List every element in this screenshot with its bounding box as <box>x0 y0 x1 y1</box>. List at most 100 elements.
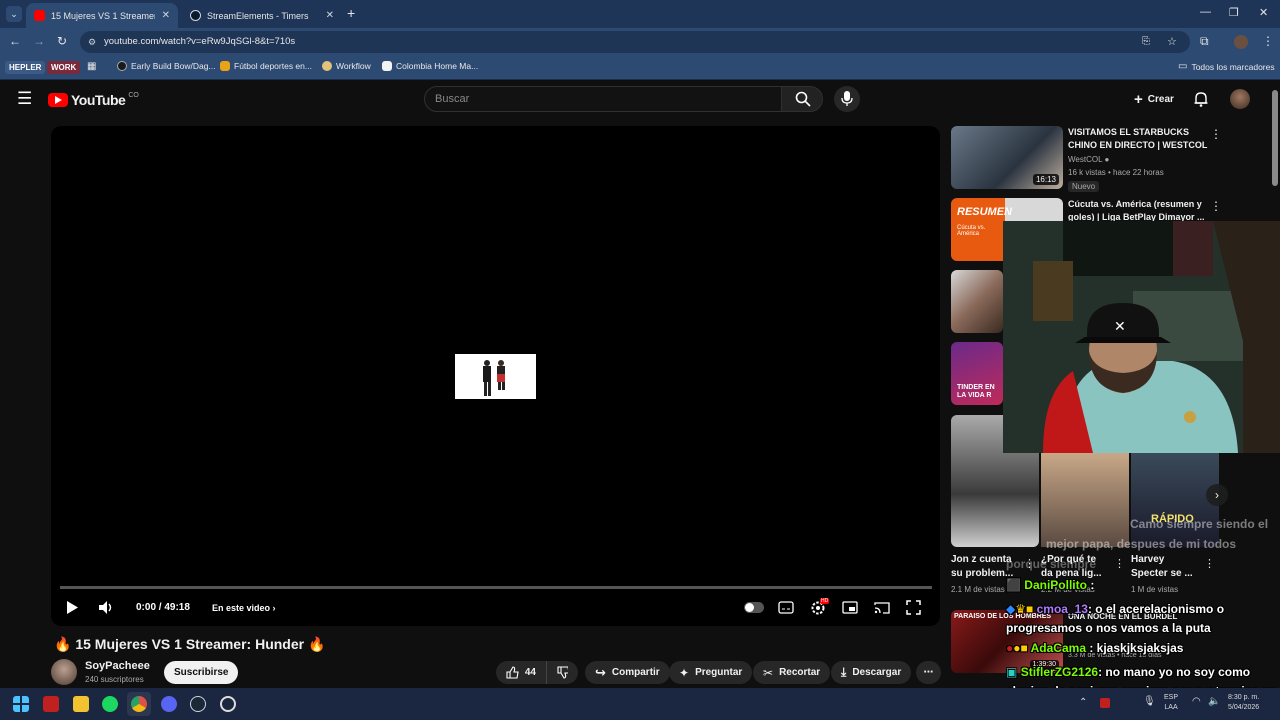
page-scrollbar[interactable] <box>1272 90 1278 186</box>
tray-expand-icon[interactable]: ⌃ <box>1079 697 1087 708</box>
back-icon[interactable]: ← <box>9 34 21 48</box>
account-avatar[interactable] <box>1230 89 1250 109</box>
subtitles-icon <box>778 601 794 614</box>
download-label: Descargar <box>852 667 902 678</box>
sidebar-video-title[interactable]: VISITAMOS EL STARBUCKS CHINO EN DIRECTO … <box>1068 126 1208 152</box>
close-window-icon[interactable]: ✕ <box>1259 6 1268 19</box>
sparkle-icon: ✦ <box>679 665 690 680</box>
close-tab-icon[interactable]: ✕ <box>326 10 334 21</box>
address-bar[interactable]: ⚙ youtube.com/watch?v=eRw9JqSGl-8&t=710s… <box>80 31 1190 53</box>
thumb-label: RESUMEN <box>957 206 1013 218</box>
forward-icon[interactable]: → <box>33 34 45 48</box>
download-button[interactable]: ⤓ Descargar <box>831 661 912 684</box>
shorts-thumbnail[interactable]: RÁPIDO <box>1131 453 1219 547</box>
profile-avatar[interactable] <box>1234 35 1248 49</box>
shorts-more-icon[interactable]: ⋮ <box>1204 557 1215 570</box>
install-icon[interactable]: ⎘ <box>1142 31 1150 53</box>
ask-button[interactable]: ✦ Preguntar <box>669 661 753 684</box>
shorts-thumbnail[interactable] <box>1041 453 1129 547</box>
hamburger-menu-icon[interactable]: ☰ <box>17 89 32 109</box>
extensions-icon[interactable]: ⧉ <box>1200 34 1209 49</box>
speaker-icon[interactable]: 🔈 <box>1208 696 1220 707</box>
search-input[interactable]: Buscar <box>424 86 782 112</box>
clock[interactable]: 8:30 p. m. 5/04/2026 <box>1228 693 1259 713</box>
news-app-icon[interactable] <box>43 696 59 712</box>
folder-icon: ▭ <box>1178 61 1188 72</box>
site-info-icon[interactable]: ⚙ <box>88 31 96 53</box>
pause-toggle-icon <box>745 603 754 612</box>
share-button[interactable]: ↪ Compartir <box>585 661 670 684</box>
thumbs-down-icon <box>557 666 568 679</box>
settings-button[interactable]: HD <box>810 598 830 619</box>
shorts-title[interactable]: Harvey Specter se ... <box>1131 553 1197 581</box>
tab-youtube-video[interactable]: 15 Mujeres VS 1 Streamer: H ✕ <box>26 3 178 28</box>
file-explorer-icon[interactable] <box>73 696 89 712</box>
tray-app-icon[interactable] <box>1100 698 1110 708</box>
shelf-next-button[interactable]: › <box>1206 484 1228 506</box>
maximize-icon[interactable]: ❐ <box>1229 6 1239 19</box>
tab-search-button[interactable]: ⌄ <box>6 6 22 22</box>
steam-icon[interactable] <box>190 696 206 712</box>
channel-avatar[interactable] <box>51 659 77 685</box>
voice-search-button[interactable] <box>834 86 860 112</box>
all-bookmarks[interactable]: ▭ Todos los marcadores <box>1178 61 1275 72</box>
subscribe-button[interactable]: Suscribirse <box>164 661 239 684</box>
minimize-icon[interactable]: — <box>1200 6 1211 18</box>
channel-name[interactable]: SoyPacheee <box>85 660 150 672</box>
close-tab-icon[interactable]: ✕ <box>162 10 170 21</box>
like-button[interactable]: 44 <box>496 661 546 684</box>
apps-grid-icon[interactable]: ▦ <box>87 61 96 72</box>
subtitles-button[interactable] <box>778 601 794 617</box>
play-button[interactable] <box>66 600 79 618</box>
youtube-logo[interactable]: YouTube CO <box>48 92 139 108</box>
progress-bar[interactable] <box>60 586 932 589</box>
search-button[interactable] <box>781 86 823 112</box>
bookmark-futbol[interactable]: Fútbol deportes en... <box>220 61 312 71</box>
bookmark-workflow[interactable]: Workflow <box>322 61 371 71</box>
spotify-icon[interactable] <box>102 696 118 712</box>
fullscreen-button[interactable] <box>906 600 921 618</box>
miniplayer-button[interactable] <box>842 601 858 617</box>
sidebar-thumbnail[interactable]: TINDER EN LA VIDA R <box>951 342 1003 405</box>
notifications-bell-icon[interactable] <box>1193 91 1209 107</box>
clip-button[interactable]: ✂ Recortar <box>753 661 831 684</box>
tab-title: StreamElements - Timers <box>207 10 309 21</box>
cast-button[interactable] <box>874 601 890 617</box>
bookmark-work[interactable]: WORK <box>47 61 81 74</box>
new-tab-button[interactable]: + <box>347 5 355 21</box>
sidebar-more-icon[interactable]: ⋮ <box>1210 199 1222 213</box>
chat-ghost-line: Camo siempre siendo el <box>1130 517 1269 531</box>
sidebar-thumbnail[interactable]: 16:13 <box>951 126 1063 189</box>
wifi-icon[interactable]: ◠ <box>1192 696 1201 707</box>
sidebar-channel[interactable]: WestCOL ● <box>1068 155 1109 164</box>
recording-app-icon[interactable] <box>220 696 236 712</box>
hd-badge: HD <box>820 598 830 604</box>
sidebar-thumbnail[interactable] <box>951 270 1003 333</box>
windows-start-icon[interactable] <box>13 696 29 712</box>
reload-icon[interactable]: ↻ <box>57 34 67 48</box>
bookmark-hepler[interactable]: HEPLER <box>5 61 46 74</box>
shorts-more-icon[interactable]: ⋮ <box>1114 557 1125 570</box>
thumb-sub: Cúcuta vs. América <box>957 225 986 237</box>
chat-badge-icon: ■ <box>1020 641 1028 655</box>
volume-button[interactable] <box>98 600 114 618</box>
discord-icon[interactable] <box>161 696 177 712</box>
thumb-label: TINDER EN LA VIDA R <box>957 384 995 399</box>
bookmark-early-build[interactable]: Early Build Bow/Dag... <box>117 61 216 71</box>
bookmark-star-icon[interactable]: ☆ <box>1167 31 1177 53</box>
microphone-tray-icon[interactable]: 🎙 <box>1143 696 1156 707</box>
bookmark-label: Fútbol deportes en... <box>234 61 312 71</box>
dislike-button[interactable] <box>546 661 578 684</box>
autoplay-toggle[interactable] <box>744 602 764 613</box>
create-button[interactable]: + Crear <box>1126 87 1182 111</box>
sidebar-more-icon[interactable]: ⋮ <box>1210 127 1222 141</box>
clock-time: 8:30 p. m. <box>1228 694 1260 701</box>
bookmark-colombia-home[interactable]: Colombia Home Ma... <box>382 61 478 71</box>
more-actions-button[interactable]: ⋯ <box>916 661 941 684</box>
language-indicator[interactable]: ESP LAA <box>1164 693 1178 713</box>
webcam-scene: ✕ <box>1003 221 1280 453</box>
tab-streamelements[interactable]: StreamElements - Timers ✕ <box>182 3 342 28</box>
create-label: Crear <box>1147 93 1174 105</box>
chapter-button[interactable]: En este video › <box>212 603 276 613</box>
menu-dots-icon[interactable]: ⋮ <box>1262 34 1274 48</box>
